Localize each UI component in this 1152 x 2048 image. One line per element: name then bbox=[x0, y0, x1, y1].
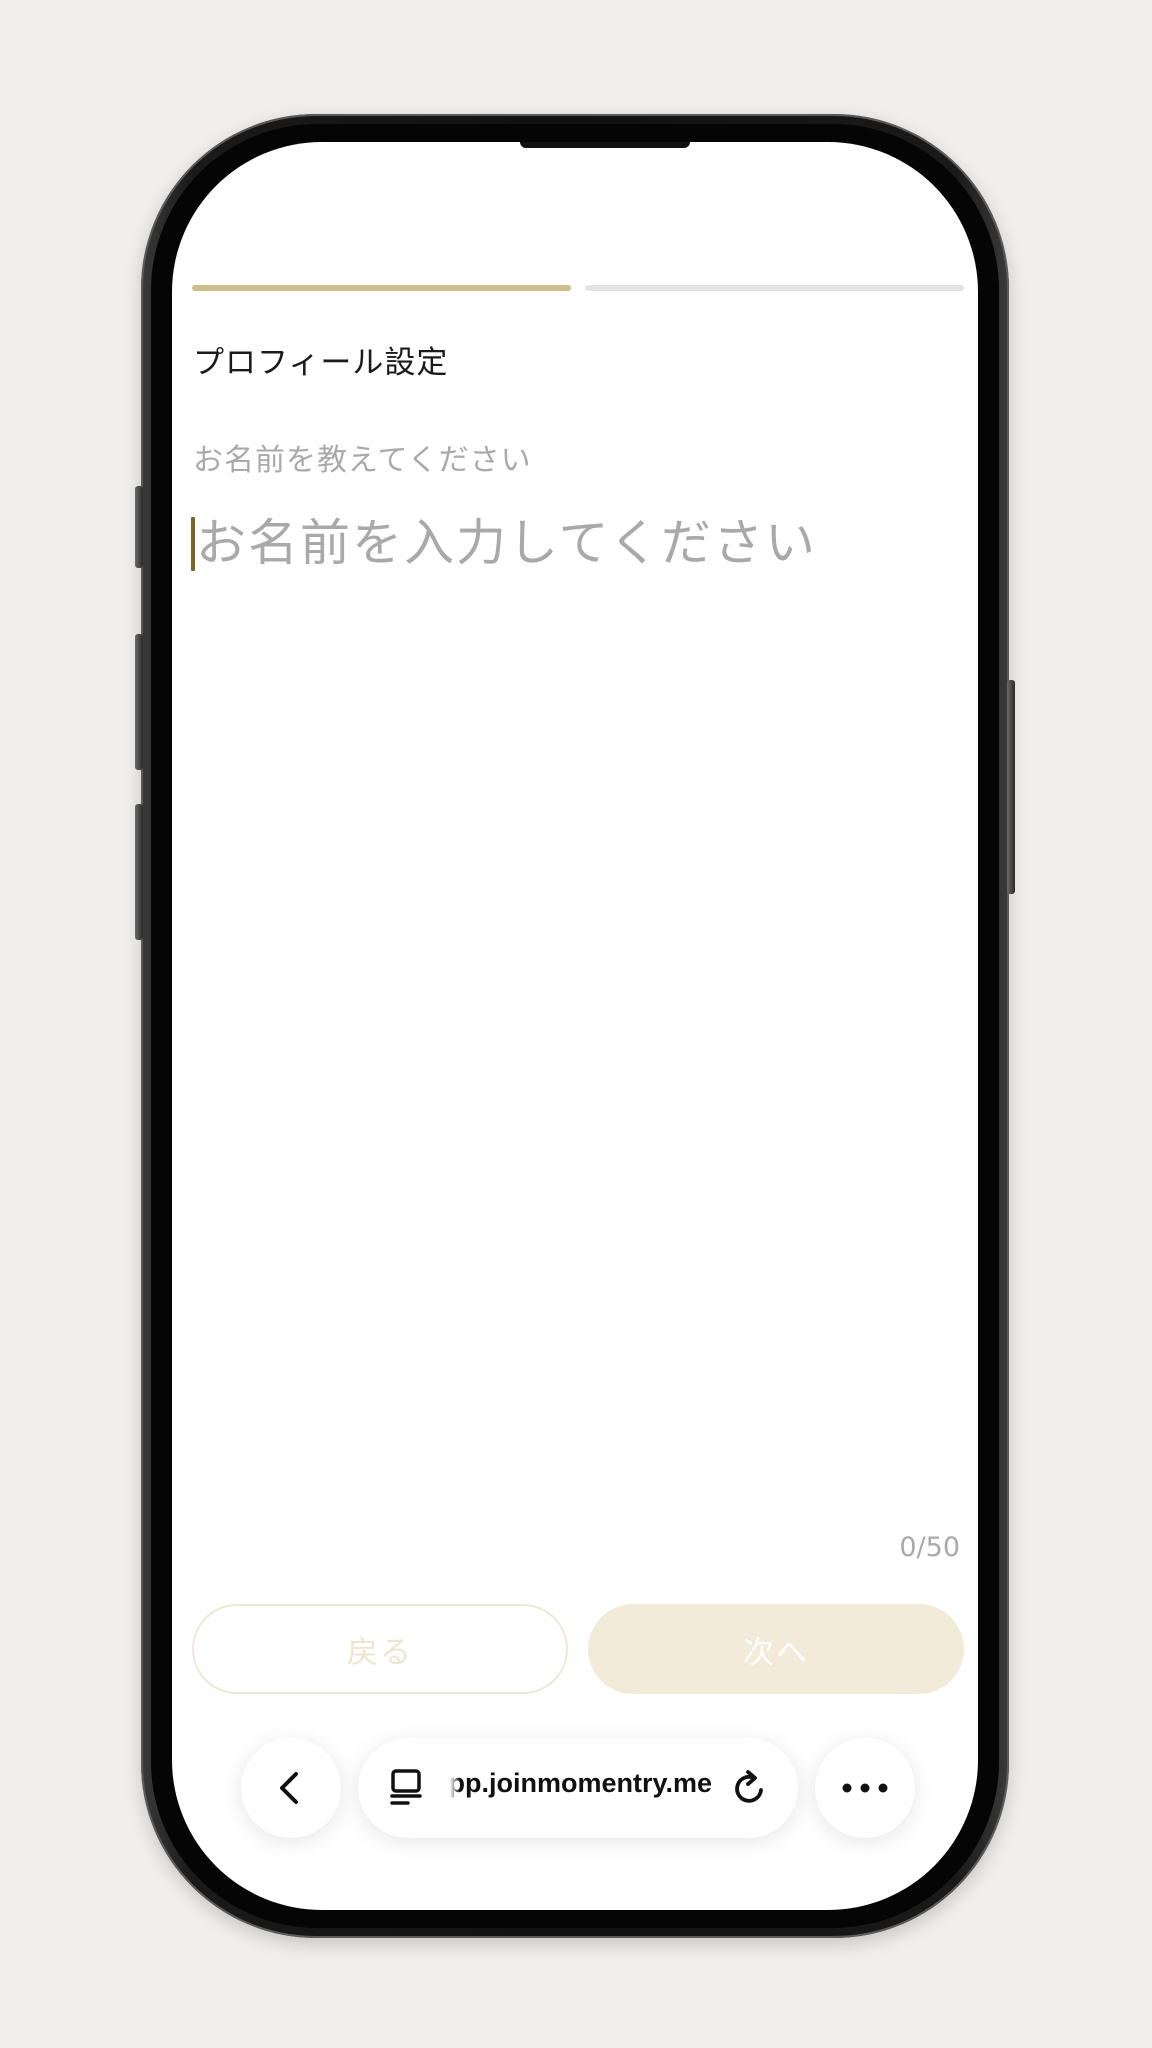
address-bar[interactable]: app.joinmomentry.me bbox=[358, 1738, 798, 1838]
dynamic-island bbox=[520, 142, 690, 148]
tabs-icon bbox=[390, 1769, 422, 1805]
progress-step-1 bbox=[192, 285, 571, 291]
next-button[interactable]: 次へ bbox=[588, 1604, 964, 1694]
url-text: app.joinmomentry.me bbox=[450, 1768, 712, 1798]
character-counter: 0/50 bbox=[899, 1532, 960, 1563]
reload-icon[interactable] bbox=[730, 1768, 770, 1808]
power-button bbox=[1007, 680, 1015, 894]
progress-step-2 bbox=[585, 285, 964, 291]
volume-up-button bbox=[135, 634, 143, 770]
page-title: プロフィール設定 bbox=[193, 345, 449, 381]
phone-frame: プロフィール設定 お名前を教えてください 0/50 戻る 次へ app.join… bbox=[135, 114, 1015, 1938]
screen: プロフィール設定 お名前を教えてください 0/50 戻る 次へ app.join… bbox=[172, 142, 978, 1910]
back-button[interactable]: 戻る bbox=[192, 1604, 568, 1694]
text-caret bbox=[191, 517, 195, 571]
volume-down-button bbox=[135, 804, 143, 940]
more-icon bbox=[842, 1783, 888, 1793]
page-subtitle: お名前を教えてください bbox=[193, 443, 532, 478]
action-button bbox=[135, 486, 143, 568]
name-input[interactable] bbox=[192, 512, 956, 574]
url-fade bbox=[450, 1762, 460, 1806]
step-progress-bar bbox=[192, 285, 964, 291]
more-button[interactable] bbox=[815, 1738, 915, 1838]
browser-back-button[interactable] bbox=[241, 1738, 341, 1838]
browser-toolbar: app.joinmomentry.me bbox=[172, 1738, 978, 1838]
back-chevron-icon bbox=[280, 1772, 298, 1804]
